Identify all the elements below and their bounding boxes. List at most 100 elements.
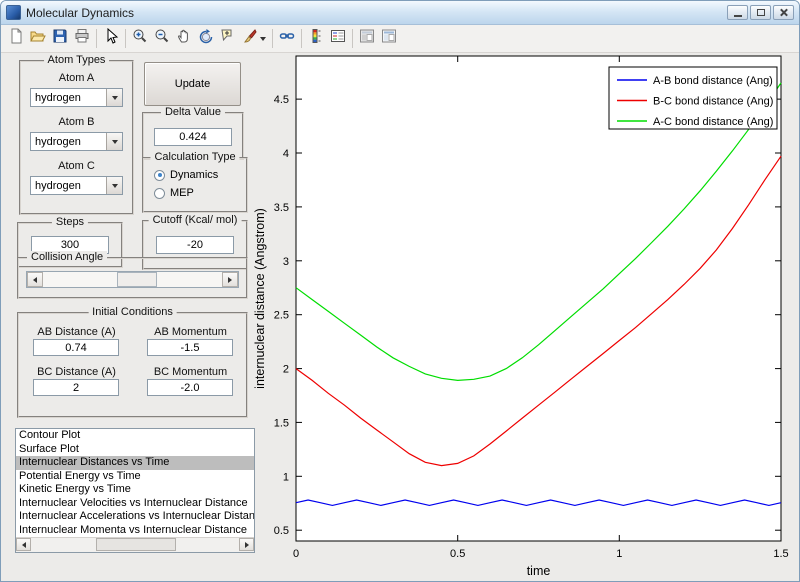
atom-c-selected-value: hydrogen xyxy=(35,179,81,192)
show-plot-tools-button[interactable] xyxy=(378,28,400,50)
slider-thumb[interactable] xyxy=(117,272,157,287)
pan-icon xyxy=(176,28,192,49)
radio-dynamics[interactable]: Dynamics xyxy=(154,169,218,181)
atom-c-label: Atom C xyxy=(58,160,95,172)
pan-button[interactable] xyxy=(173,28,195,50)
window: Molecular Dynamics Atom Types Atom A hydr… xyxy=(0,0,800,582)
collision-angle-slider[interactable] xyxy=(26,271,239,288)
rotate-3d-icon xyxy=(198,28,214,49)
list-item[interactable]: Contour Plot xyxy=(16,429,254,443)
atom-types-title: Atom Types xyxy=(43,54,110,66)
list-item[interactable]: Potential Energy vs Time xyxy=(16,470,254,484)
bc-distance-input[interactable] xyxy=(33,379,119,396)
atom-c-dropdown-arrow-button[interactable] xyxy=(106,177,122,194)
maximize-button[interactable] xyxy=(750,5,771,20)
brush-button[interactable] xyxy=(239,28,269,50)
edit-plot-button[interactable] xyxy=(100,27,122,50)
hscroll-thumb[interactable] xyxy=(96,538,176,551)
data-cursor-button[interactable] xyxy=(217,28,239,50)
print-button[interactable] xyxy=(71,28,93,50)
initial-conditions-title: Initial Conditions xyxy=(88,306,177,318)
initial-conditions-panel: Initial Conditions AB Distance (A) AB Mom… xyxy=(17,306,248,418)
zoom-out-icon xyxy=(154,28,170,49)
atom-b-dropdown-arrow-button[interactable] xyxy=(106,133,122,150)
insert-colorbar-button[interactable] xyxy=(305,28,327,50)
close-button[interactable] xyxy=(773,5,794,20)
list-item[interactable]: Internuclear Velocities vs Internuclear … xyxy=(16,497,254,511)
y-tick-label: 4.5 xyxy=(274,94,289,106)
bc-momentum-input[interactable] xyxy=(147,379,233,396)
y-tick-label: 3.5 xyxy=(274,202,289,214)
chevron-down-icon xyxy=(111,139,118,144)
legend[interactable]: A-B bond distance (Ang) B-C bond distance… xyxy=(608,66,778,130)
radio-mep-icon[interactable] xyxy=(154,187,165,199)
x-tick-label: 1.5 xyxy=(773,548,788,560)
x-axis-label: time xyxy=(527,564,551,578)
list-item[interactable]: Internuclear Momenta vs Internuclear Dis… xyxy=(16,524,254,538)
update-button[interactable]: Update xyxy=(144,62,241,106)
x-tick-label: 1 xyxy=(616,548,622,560)
save-button[interactable] xyxy=(49,28,71,50)
hscroll-left-arrow-button[interactable] xyxy=(16,538,31,551)
x-tick-label: 0 xyxy=(293,548,299,560)
x-tick-label: 0.5 xyxy=(450,548,465,560)
rotate-3d-button[interactable] xyxy=(195,28,217,50)
atom-b-dropdown[interactable]: hydrogen xyxy=(30,132,123,151)
slider-right-arrow-button[interactable] xyxy=(222,272,238,287)
chevron-down-icon[interactable] xyxy=(260,36,266,41)
arrow-right-icon xyxy=(244,541,249,548)
atom-a-dropdown[interactable]: hydrogen xyxy=(30,88,123,107)
minimize-button[interactable] xyxy=(727,5,748,20)
arrow-right-icon xyxy=(228,276,232,283)
open-button[interactable] xyxy=(27,28,49,50)
zoom-in-icon xyxy=(132,28,148,49)
radio-dynamics-icon[interactable] xyxy=(154,169,165,181)
chevron-down-icon xyxy=(111,183,118,188)
radio-dynamics-label: Dynamics xyxy=(170,169,219,181)
legend-entry: B-C bond distance (Ang) xyxy=(653,96,773,108)
link-plot-button[interactable] xyxy=(276,28,298,50)
listbox-hscrollbar[interactable] xyxy=(16,537,254,552)
toolbar-separator xyxy=(272,29,273,48)
insert-legend-button[interactable] xyxy=(327,28,349,50)
titlebar[interactable]: Molecular Dynamics xyxy=(1,1,799,25)
hide-plot-tools-button[interactable] xyxy=(356,28,378,50)
zoom-in-button[interactable] xyxy=(129,28,151,50)
slider-left-arrow-button[interactable] xyxy=(27,272,43,287)
brush-icon xyxy=(242,28,258,49)
y-tick-label: 1 xyxy=(283,471,289,483)
plot-type-listbox[interactable]: Contour Plot Surface Plot Internuclear Dis… xyxy=(15,428,255,553)
atom-c-dropdown[interactable]: hydrogen xyxy=(30,176,123,195)
delta-value-input[interactable] xyxy=(154,128,232,146)
list-item[interactable]: Internuclear Distances vs Time xyxy=(16,456,254,470)
y-tick-label: 4 xyxy=(283,148,289,160)
data-cursor-icon xyxy=(220,28,236,49)
edit-plot-icon xyxy=(103,27,119,49)
calculation-type-title: Calculation Type xyxy=(150,151,240,163)
print-icon xyxy=(74,28,90,49)
bc-momentum-label: BC Momentum xyxy=(153,366,228,378)
cutoff-title: Cutoff (Kcal/ mol) xyxy=(148,214,242,226)
list-item[interactable]: Kinetic Energy vs Time xyxy=(16,483,254,497)
list-item[interactable]: Surface Plot xyxy=(16,443,254,457)
radio-mep[interactable]: MEP xyxy=(154,187,194,199)
zoom-out-button[interactable] xyxy=(151,28,173,50)
ab-momentum-input[interactable] xyxy=(147,339,233,356)
ab-distance-label: AB Distance (A) xyxy=(37,326,116,338)
atom-a-selected-value: hydrogen xyxy=(35,91,81,104)
atom-a-dropdown-arrow-button[interactable] xyxy=(106,89,122,106)
radio-mep-label: MEP xyxy=(170,187,194,199)
insert-legend-icon xyxy=(330,28,346,49)
chevron-down-icon xyxy=(111,95,118,100)
plot-axes[interactable]: 0.5 1 1.5 2 2.5 3 3.5 4 4.5 0 0.5 1 1.5 A-B bond dist… xyxy=(251,53,800,581)
y-tick-label: 2.5 xyxy=(274,310,289,322)
cutoff-input[interactable] xyxy=(156,236,234,254)
insert-colorbar-icon xyxy=(308,28,324,49)
show-plot-tools-icon xyxy=(381,28,397,49)
window-title: Molecular Dynamics xyxy=(26,5,135,20)
hide-plot-tools-icon xyxy=(359,28,375,49)
new-file-button[interactable] xyxy=(5,28,27,50)
ab-distance-input[interactable] xyxy=(33,339,119,356)
delta-value-title: Delta Value xyxy=(160,106,226,118)
list-item[interactable]: Internuclear Accelerations vs Internucle… xyxy=(16,510,254,524)
